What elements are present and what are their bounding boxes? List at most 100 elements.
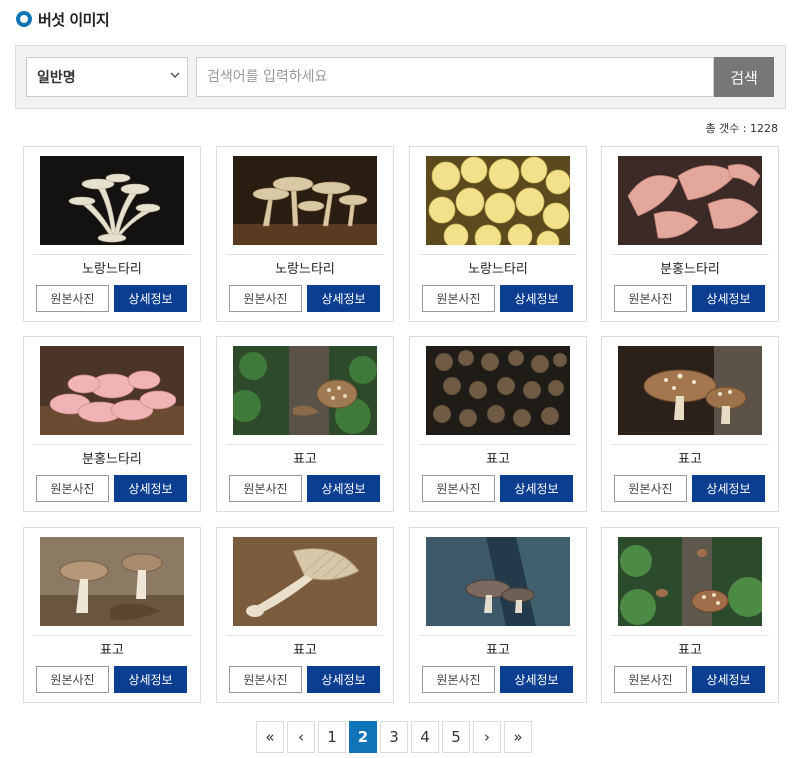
mushroom-name: 분홍느타리 bbox=[660, 262, 720, 277]
detail-info-button[interactable]: 상세정보 bbox=[307, 285, 380, 312]
total-count: 총 갯수 : 1228 bbox=[705, 122, 778, 135]
chevron-down-icon bbox=[170, 72, 180, 79]
card-divider bbox=[611, 444, 769, 445]
original-photo-button[interactable]: 원본사진 bbox=[422, 475, 495, 502]
original-photo-button[interactable]: 원본사진 bbox=[229, 285, 302, 312]
search-panel: 일반명 검색 bbox=[15, 45, 786, 109]
original-photo-button[interactable]: 원본사진 bbox=[614, 285, 687, 312]
shiitake-pair-on-ground-image bbox=[40, 537, 184, 626]
detail-info-button[interactable]: 상세정보 bbox=[500, 666, 573, 693]
original-photo-button[interactable]: 원본사진 bbox=[36, 475, 109, 502]
mushroom-card: 노랑느타리 원본사진 상세정보 bbox=[216, 146, 394, 322]
mushroom-card: 분홍느타리 원본사진 상세정보 bbox=[601, 146, 779, 322]
original-photo-button[interactable]: 원본사진 bbox=[36, 285, 109, 312]
detail-info-button[interactable]: 상세정보 bbox=[692, 475, 765, 502]
shiitake-gills-side-image bbox=[233, 537, 377, 626]
original-photo-button[interactable]: 원본사진 bbox=[614, 475, 687, 502]
detail-info-button[interactable]: 상세정보 bbox=[500, 285, 573, 312]
shiitake-log-cluster-image bbox=[426, 346, 570, 435]
detail-info-button[interactable]: 상세정보 bbox=[500, 475, 573, 502]
original-photo-button[interactable]: 원본사진 bbox=[229, 475, 302, 502]
search-type-selected: 일반명 bbox=[37, 70, 76, 86]
mushroom-name: 표고 bbox=[293, 643, 317, 658]
mushroom-thumbnail[interactable] bbox=[618, 346, 762, 435]
detail-info-button[interactable]: 상세정보 bbox=[114, 666, 187, 693]
prev-page-button[interactable]: ‹ bbox=[287, 721, 315, 753]
original-photo-button[interactable]: 원본사진 bbox=[229, 666, 302, 693]
page-button-1[interactable]: 1 bbox=[318, 721, 346, 753]
shiitake-caps-closeup-image bbox=[618, 346, 762, 435]
original-photo-button[interactable]: 원본사진 bbox=[36, 666, 109, 693]
page-button-4[interactable]: 4 bbox=[411, 721, 439, 753]
mushroom-thumbnail[interactable] bbox=[233, 346, 377, 435]
page-header: 버섯 이미지 bbox=[16, 8, 110, 30]
page-title: 버섯 이미지 bbox=[38, 10, 110, 29]
card-divider bbox=[419, 635, 577, 636]
mushroom-thumbnail[interactable] bbox=[618, 537, 762, 626]
mushroom-name: 표고 bbox=[100, 643, 124, 658]
mushroom-name: 표고 bbox=[293, 452, 317, 467]
card-divider bbox=[226, 635, 384, 636]
mushroom-name: 표고 bbox=[486, 452, 510, 467]
card-divider bbox=[419, 444, 577, 445]
circle-bullet-icon bbox=[16, 11, 32, 27]
page-button-3[interactable]: 3 bbox=[380, 721, 408, 753]
mushroom-thumbnail[interactable] bbox=[426, 346, 570, 435]
card-divider bbox=[419, 254, 577, 255]
pagination: «‹ 1 2 3 4 5 ›» bbox=[256, 721, 532, 753]
original-photo-button[interactable]: 원본사진 bbox=[422, 666, 495, 693]
mushroom-thumbnail[interactable] bbox=[40, 346, 184, 435]
page-button-5[interactable]: 5 bbox=[442, 721, 470, 753]
page-button-2[interactable]: 2 bbox=[349, 721, 377, 753]
mushroom-name: 표고 bbox=[486, 643, 510, 658]
mushroom-card: 노랑느타리 원본사진 상세정보 bbox=[23, 146, 201, 322]
search-input[interactable] bbox=[196, 57, 714, 97]
mushroom-thumbnail[interactable] bbox=[618, 156, 762, 245]
mushroom-thumbnail[interactable] bbox=[233, 537, 377, 626]
detail-info-button[interactable]: 상세정보 bbox=[307, 475, 380, 502]
detail-info-button[interactable]: 상세정보 bbox=[692, 285, 765, 312]
card-divider bbox=[611, 254, 769, 255]
mushroom-card: 분홍느타리 원본사진 상세정보 bbox=[23, 336, 201, 512]
detail-info-button[interactable]: 상세정보 bbox=[307, 666, 380, 693]
card-divider bbox=[33, 254, 191, 255]
mushroom-name: 분홍느타리 bbox=[82, 452, 142, 467]
oyster-cluster-on-log-image bbox=[233, 156, 377, 245]
card-divider bbox=[33, 635, 191, 636]
mushroom-card: 표고 원본사진 상세정보 bbox=[601, 336, 779, 512]
mushroom-card: 노랑느타리 원본사진 상세정보 bbox=[409, 146, 587, 322]
shiitake-forest-moss-image bbox=[618, 537, 762, 626]
mushroom-name: 표고 bbox=[678, 643, 702, 658]
mushroom-card: 표고 원본사진 상세정보 bbox=[23, 527, 201, 703]
mushroom-name: 노랑느타리 bbox=[82, 262, 142, 277]
mushroom-thumbnail[interactable] bbox=[426, 537, 570, 626]
search-type-select[interactable]: 일반명 bbox=[26, 57, 188, 97]
shiitake-on-bark-image bbox=[426, 537, 570, 626]
mushroom-thumbnail[interactable] bbox=[233, 156, 377, 245]
mushroom-thumbnail[interactable] bbox=[40, 537, 184, 626]
mushroom-thumbnail[interactable] bbox=[426, 156, 570, 245]
mushroom-card: 표고 원본사진 상세정보 bbox=[409, 527, 587, 703]
detail-info-button[interactable]: 상세정보 bbox=[114, 285, 187, 312]
detail-info-button[interactable]: 상세정보 bbox=[114, 475, 187, 502]
shiitake-on-mossy-log-image bbox=[233, 346, 377, 435]
mushroom-thumbnail[interactable] bbox=[40, 156, 184, 245]
mushroom-card: 표고 원본사진 상세정보 bbox=[409, 336, 587, 512]
card-divider bbox=[611, 635, 769, 636]
mushroom-name: 노랑느타리 bbox=[275, 262, 335, 277]
first-page-button[interactable]: « bbox=[256, 721, 284, 753]
original-photo-button[interactable]: 원본사진 bbox=[422, 285, 495, 312]
pink-oyster-rosette-image bbox=[40, 346, 184, 435]
last-page-button[interactable]: » bbox=[504, 721, 532, 753]
oyster-white-on-black-image bbox=[40, 156, 184, 245]
detail-info-button[interactable]: 상세정보 bbox=[692, 666, 765, 693]
next-page-button[interactable]: › bbox=[473, 721, 501, 753]
original-photo-button[interactable]: 원본사진 bbox=[614, 666, 687, 693]
pink-oyster-closeup-image bbox=[618, 156, 762, 245]
mushroom-name: 노랑느타리 bbox=[468, 262, 528, 277]
mushroom-card: 표고 원본사진 상세정보 bbox=[216, 527, 394, 703]
mushroom-card: 표고 원본사진 상세정보 bbox=[216, 336, 394, 512]
search-button[interactable]: 검색 bbox=[714, 57, 774, 97]
mushroom-card: 표고 원본사진 상세정보 bbox=[601, 527, 779, 703]
mushroom-name: 표고 bbox=[678, 452, 702, 467]
